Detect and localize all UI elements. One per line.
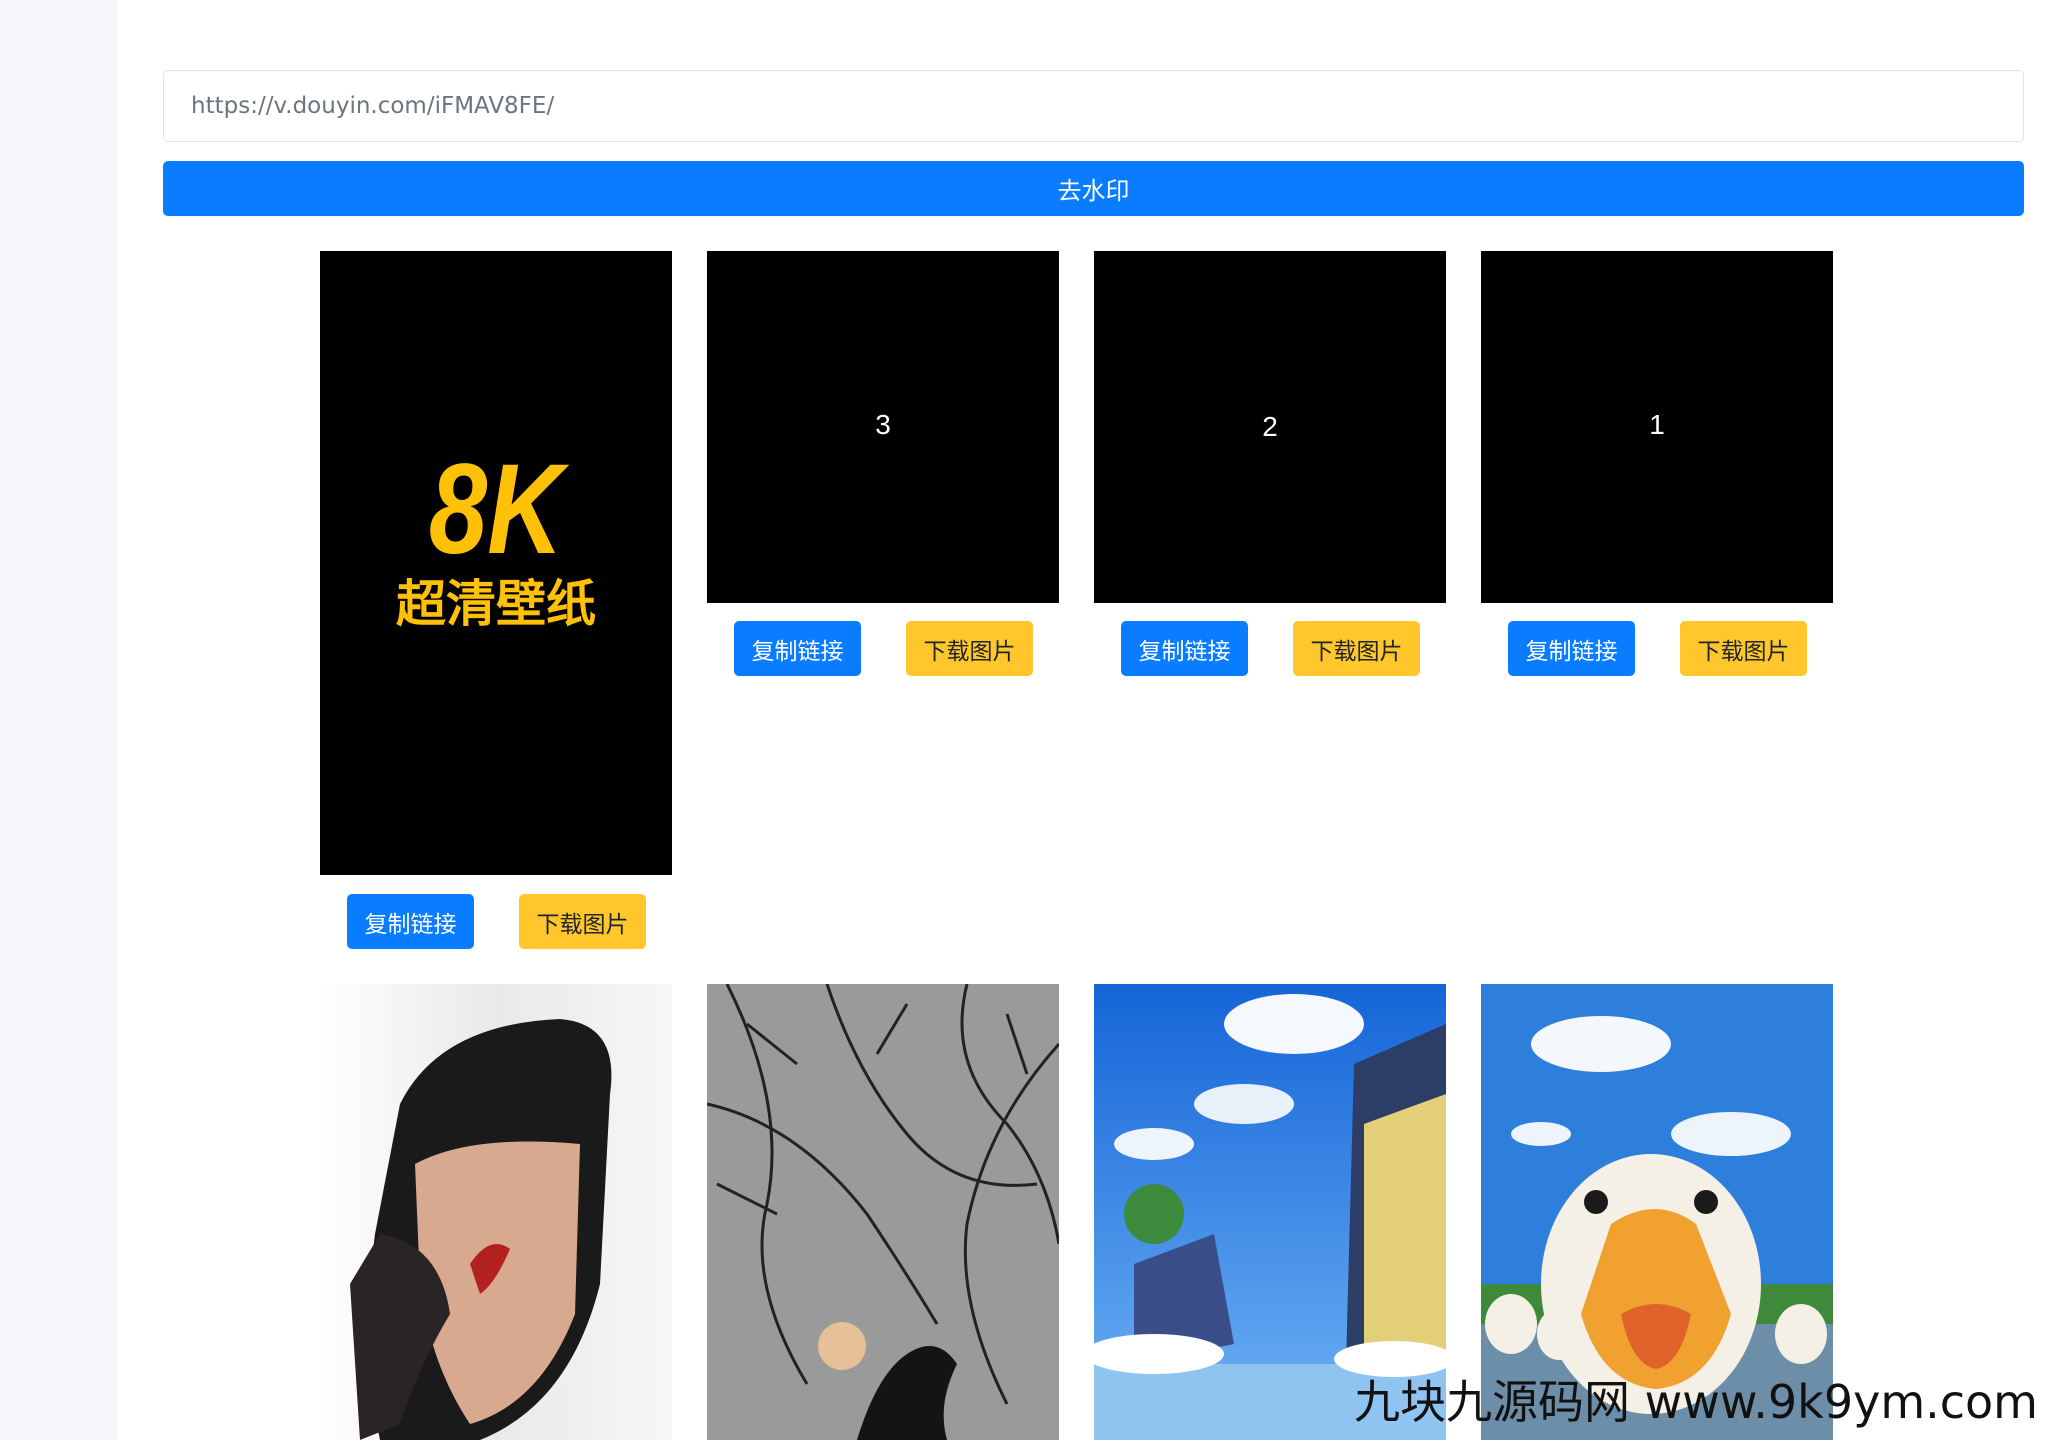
tile-label: 2 [1262,411,1278,442]
copy-link-button[interactable]: 复制链接 [1121,621,1248,676]
left-sidebar [0,0,118,1440]
download-image-button[interactable]: 下载图片 [906,621,1033,676]
image-tile-3[interactable]: 3 [707,251,1059,603]
photo-woman-art [320,984,672,1440]
photo-trees-art [707,984,1059,1440]
photo-bare-trees[interactable] [707,984,1059,1440]
photo-duck-art [1481,984,1833,1440]
photo-street-sky[interactable] [1094,984,1446,1440]
download-image-button[interactable]: 下载图片 [519,894,646,949]
tile-label: 3 [875,409,891,440]
url-input[interactable] [163,70,2024,142]
photo-duck[interactable] [1481,984,1833,1440]
copy-link-button[interactable]: 复制链接 [347,894,474,949]
copy-link-button[interactable]: 复制链接 [734,621,861,676]
download-image-button[interactable]: 下载图片 [1293,621,1420,676]
photo-woman-portrait[interactable] [320,984,672,1440]
cover-image-8k[interactable]: 8K 超清壁纸 [320,251,672,875]
tile-label: 1 [1649,409,1665,440]
image-tile-2[interactable]: 2 [1094,251,1446,603]
watermark-text: 九块九源码网 www.9k9ym.com [1354,1375,2038,1429]
copy-link-button[interactable]: 复制链接 [1508,621,1635,676]
download-image-button[interactable]: 下载图片 [1680,621,1807,676]
remove-watermark-button[interactable]: 去水印 [163,161,2024,216]
photo-street-art [1094,984,1446,1440]
cover-sub-text: 超清壁纸 [396,575,596,633]
cover-8k-art: 8K 超清壁纸 [396,437,596,633]
image-tile-1[interactable]: 1 [1481,251,1833,603]
cover-big-text: 8K [429,437,570,580]
